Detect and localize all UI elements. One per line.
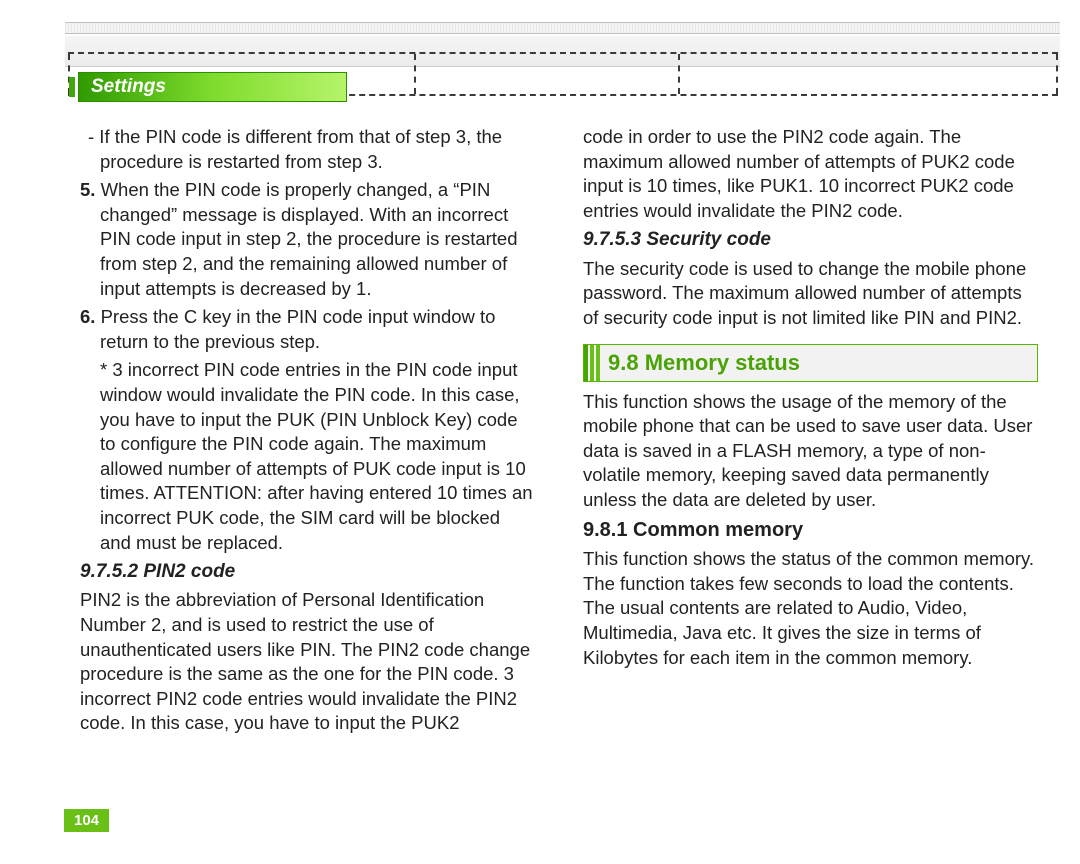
list-number: 6.	[80, 306, 95, 327]
body-text: - If the PIN code is different from that…	[80, 125, 535, 174]
body-text: 6. Press the C key in the PIN code input…	[80, 305, 535, 354]
dashed-cell	[416, 54, 680, 94]
body-text: This function shows the status of the co…	[583, 547, 1038, 670]
body-text: code in order to use the PIN2 code again…	[583, 125, 1038, 223]
section-bar-label: 9.8 Memory status	[604, 345, 1037, 380]
list-number: 5.	[80, 179, 95, 200]
section-tab-settings: Settings	[78, 72, 347, 102]
subsection-heading-pin2: 9.7.5.2 PIN2 code	[80, 559, 535, 584]
section-bar-stripes-icon	[584, 345, 604, 380]
body-text: The security code is used to change the …	[583, 257, 1038, 331]
manual-page: Settings - If the PIN code is different …	[0, 0, 1080, 864]
body-text: When the PIN code is properly changed, a…	[95, 179, 517, 298]
body-text: This function shows the usage of the mem…	[583, 390, 1038, 513]
page-body: - If the PIN code is different from that…	[80, 125, 1038, 794]
section-bar-memory-status: 9.8 Memory status	[583, 344, 1038, 381]
subsection-heading-security-code: 9.7.5.3 Security code	[583, 227, 1038, 252]
body-text: PIN2 is the abbreviation of Personal Ide…	[80, 588, 535, 736]
page-number-badge: 104	[64, 809, 109, 832]
decorative-top-rule	[65, 22, 1060, 34]
body-note: * 3 incorrect PIN code entries in the PI…	[80, 358, 535, 555]
body-text: Press the C key in the PIN code input wi…	[95, 306, 495, 352]
dashed-cell	[680, 54, 1058, 94]
subsection-heading-common-memory: 9.8.1 Common memory	[583, 517, 1038, 544]
body-text: 5. When the PIN code is properly changed…	[80, 178, 535, 301]
